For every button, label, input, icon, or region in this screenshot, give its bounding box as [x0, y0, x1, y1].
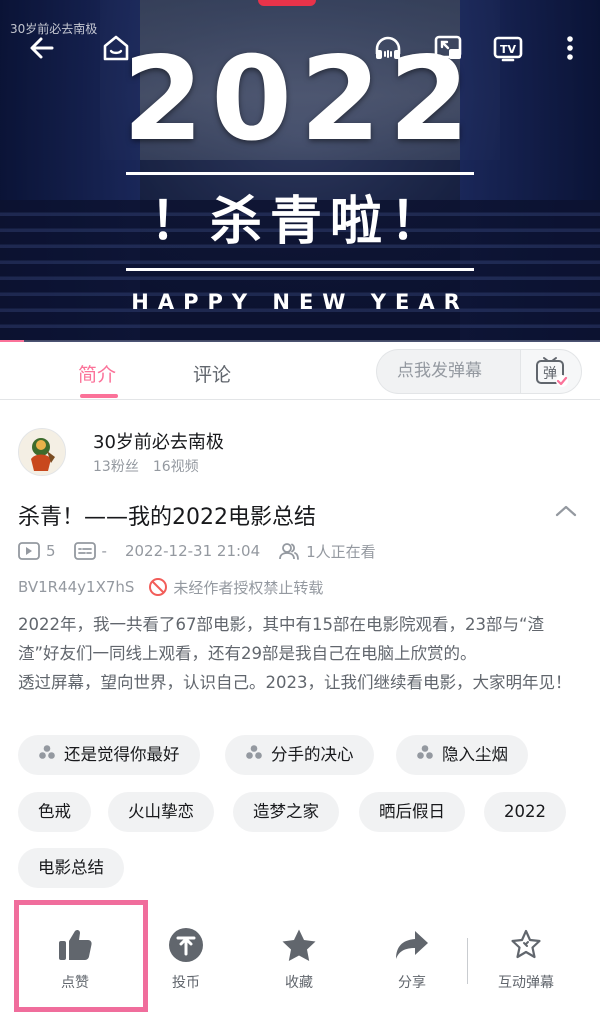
- action-divider: [467, 938, 468, 984]
- star-icon: [254, 926, 344, 964]
- interactive-danmaku-button[interactable]: 互动弹幕: [481, 926, 571, 992]
- bgm-tag[interactable]: 还是觉得你最好: [18, 735, 200, 775]
- tv-cast-icon[interactable]: TV: [490, 30, 526, 66]
- topic-tag[interactable]: 色戒: [18, 792, 91, 832]
- danmaku-toggle-icon: 弹: [536, 356, 568, 387]
- sparkle-star-icon: [481, 926, 571, 964]
- topic-tag[interactable]: 晒后假日: [359, 792, 465, 832]
- uploader-fans: 13粉丝: [93, 459, 139, 475]
- play-count-icon: [18, 542, 40, 560]
- favorite-button[interactable]: 收藏: [254, 926, 344, 992]
- home-icon[interactable]: [98, 30, 134, 66]
- poster-subtitle: HAPPY NEW YEAR: [131, 290, 469, 314]
- favorite-label: 收藏: [285, 975, 313, 991]
- uploader-name[interactable]: 30岁前必去南极: [93, 428, 224, 454]
- video-description: 2022年，我一共看了67部电影，其中有15部在电影院观看，23部与“渣渣”好友…: [18, 615, 572, 692]
- bvid[interactable]: BV1R44y1X7hS: [18, 578, 134, 596]
- copyright-notice: 未经作者授权禁止转载: [148, 577, 323, 598]
- tab-comments[interactable]: 评论: [193, 360, 231, 387]
- view-count: 5: [18, 542, 56, 560]
- danmaku-input[interactable]: 点我发弹幕: [376, 349, 522, 394]
- coin-label: 投币: [172, 975, 200, 991]
- uploader-video-count: 16视频: [152, 459, 199, 475]
- headphones-icon[interactable]: [370, 30, 406, 66]
- share-arrow-icon: [367, 926, 457, 964]
- share-label: 分享: [398, 975, 426, 991]
- video-title: 杀青！——我的2022电影总结: [18, 505, 316, 530]
- interactive-danmaku-label: 互动弹幕: [498, 975, 554, 991]
- danmaku-count-icon: [73, 542, 96, 560]
- svg-text:TV: TV: [500, 43, 517, 56]
- watching-count: 1人正在看: [278, 541, 376, 562]
- video-player[interactable]: 30岁前必去南极 2022 ！杀青啦！ HAPPY NEW YEAR TV: [0, 0, 600, 342]
- bgm-tag[interactable]: 分手的决心: [225, 735, 374, 775]
- pip-icon[interactable]: [430, 30, 466, 66]
- chevron-up-icon[interactable]: [552, 500, 580, 522]
- topic-tag[interactable]: 火山挚恋: [108, 792, 214, 832]
- bgm-icon: [38, 735, 56, 775]
- poster-title: ！杀青啦！: [149, 192, 450, 252]
- topic-tag[interactable]: 电影总结: [18, 848, 124, 888]
- bgm-tag[interactable]: 隐入尘烟: [396, 735, 528, 775]
- coin-icon: [141, 926, 231, 964]
- svg-text:弹: 弹: [543, 366, 557, 382]
- highlight-box: [14, 900, 148, 1012]
- video-meta-row: 5 - 2022-12-31 21:04 1人正在看: [18, 540, 394, 562]
- coin-button[interactable]: 投币: [141, 926, 231, 992]
- danmaku-count: -: [73, 542, 107, 560]
- bgm-icon: [245, 735, 263, 775]
- bvid-row: BV1R44y1X7hS 未经作者授权禁止转载: [18, 576, 323, 598]
- back-arrow-icon[interactable]: [24, 30, 60, 66]
- bgm-icon: [416, 735, 434, 775]
- top-indicator: [258, 0, 316, 6]
- topic-tag[interactable]: 2022: [484, 792, 566, 832]
- tab-intro[interactable]: 简介: [78, 360, 116, 387]
- danmaku-toggle-button[interactable]: 弹: [520, 349, 582, 394]
- publish-date: 2022-12-31 21:04: [124, 542, 261, 560]
- more-vertical-icon[interactable]: [552, 30, 588, 66]
- prohibited-icon: [149, 578, 168, 596]
- tab-active-indicator: [80, 394, 118, 398]
- uploader-stats: 13粉丝 16视频: [93, 456, 199, 476]
- uploader-avatar[interactable]: [18, 428, 66, 476]
- topic-tag[interactable]: 造梦之家: [233, 792, 339, 832]
- people-icon: [279, 543, 300, 560]
- share-button[interactable]: 分享: [367, 926, 457, 992]
